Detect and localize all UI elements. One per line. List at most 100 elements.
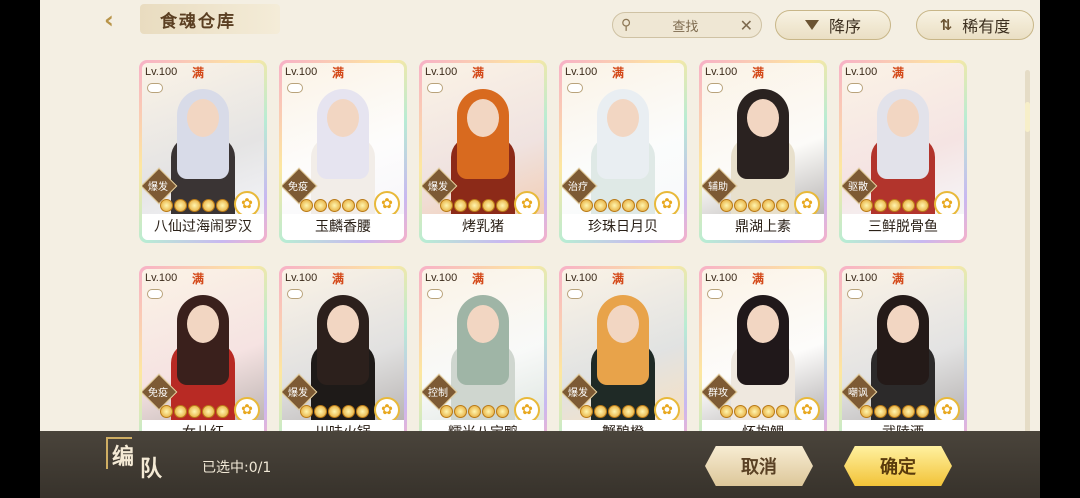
card-level: Lv.100 (845, 272, 878, 284)
star-icon (160, 199, 173, 212)
food-soul-card[interactable]: Lv.100 满 爆发 ✿ 蟹酿橙 (559, 266, 687, 449)
food-soul-card[interactable]: Lv.100 满 免疫 ✿ 玉麟香腰 (279, 60, 407, 243)
character-face (467, 305, 499, 343)
card-inner: Lv.100 满 驱散 ✿ 三鲜脱骨鱼 (842, 63, 964, 240)
max-level-badge: 满 (332, 272, 345, 286)
star-icon (188, 405, 201, 418)
role-label: 群攻 (708, 388, 728, 399)
card-level: Lv.100 (425, 66, 458, 78)
scrollbar[interactable] (1025, 70, 1030, 440)
star-icon (734, 405, 747, 418)
sort-order-button[interactable]: 降序 (775, 10, 891, 40)
star-rating (580, 405, 649, 418)
star-icon (636, 199, 649, 212)
star-icon (776, 199, 789, 212)
food-soul-card[interactable]: Lv.100 满 爆发 ✿ 烤乳猪 (419, 60, 547, 243)
clear-icon[interactable]: ✕ (740, 16, 753, 35)
character-figure (591, 89, 655, 217)
status-dash-icon (427, 289, 443, 299)
star-icon (860, 199, 873, 212)
card-level: Lv.100 (285, 272, 318, 284)
role-label: 爆发 (428, 182, 448, 193)
max-level-badge: 满 (332, 66, 345, 80)
star-icon (496, 405, 509, 418)
star-icon (160, 405, 173, 418)
star-icon (594, 199, 607, 212)
card-level: Lv.100 (705, 272, 738, 284)
card-level: Lv.100 (565, 272, 598, 284)
sort-order-label: 降序 (828, 17, 861, 36)
star-icon (580, 199, 593, 212)
food-soul-card[interactable]: Lv.100 满 辅助 ✿ 鼎湖上素 (699, 60, 827, 243)
star-icon (860, 405, 873, 418)
food-soul-card[interactable]: Lv.100 满 爆发 ✿ 川味火锅 (279, 266, 407, 449)
star-icon (748, 199, 761, 212)
character-figure (591, 295, 655, 423)
star-icon (888, 405, 901, 418)
scrollbar-thumb[interactable] (1025, 102, 1030, 132)
food-soul-card[interactable]: Lv.100 满 驱散 ✿ 三鲜脱骨鱼 (839, 60, 967, 243)
food-soul-card[interactable]: Lv.100 满 免疫 ✿ 女儿红 (139, 266, 267, 449)
star-icon (300, 199, 313, 212)
status-dash-icon (707, 83, 723, 93)
card-level: Lv.100 (425, 272, 458, 284)
star-icon (720, 405, 733, 418)
status-dash-icon (847, 83, 863, 93)
star-icon (454, 405, 467, 418)
card-name: 珍珠日月贝 (562, 214, 684, 240)
star-rating (720, 199, 789, 212)
page-title: 食魂仓库 (140, 4, 280, 34)
max-level-badge: 满 (612, 272, 625, 286)
card-inner: Lv.100 满 群攻 ✿ 怀抱鲤 (702, 269, 824, 446)
star-icon (314, 405, 327, 418)
search-input[interactable]: ⚲ 查找 ✕ (612, 12, 762, 38)
role-label: 爆发 (568, 388, 588, 399)
food-soul-card[interactable]: Lv.100 满 嘲讽 ✿ 武陵酒 (839, 266, 967, 449)
role-label: 免疫 (148, 388, 168, 399)
star-icon (314, 199, 327, 212)
star-rating (300, 199, 369, 212)
search-icon: ⚲ (621, 17, 632, 33)
food-soul-card[interactable]: Lv.100 满 爆发 ✿ 八仙过海闹罗汉 (139, 60, 267, 243)
role-label: 爆发 (288, 388, 308, 399)
star-icon (216, 199, 229, 212)
rarity-filter-button[interactable]: ⇅ 稀有度 (916, 10, 1034, 40)
card-inner: Lv.100 满 爆发 ✿ 八仙过海闹罗汉 (142, 63, 264, 240)
star-rating (440, 405, 509, 418)
character-figure (311, 89, 375, 217)
star-rating (160, 199, 229, 212)
character-figure (871, 295, 935, 423)
card-name: 玉麟香腰 (282, 214, 404, 240)
card-inner: Lv.100 满 爆发 ✿ 蟹酿橙 (562, 269, 684, 446)
card-inner: Lv.100 满 嘲讽 ✿ 武陵酒 (842, 269, 964, 446)
cancel-button[interactable]: 取消 (705, 446, 813, 486)
back-arrow-icon[interactable]: ‹ (95, 6, 123, 34)
star-icon (202, 199, 215, 212)
character-face (747, 305, 779, 343)
character-figure (171, 89, 235, 217)
character-figure (731, 89, 795, 217)
food-soul-card[interactable]: Lv.100 满 控制 ✿ 糯米八宝鸭 (419, 266, 547, 449)
food-soul-card[interactable]: Lv.100 满 群攻 ✿ 怀抱鲤 (699, 266, 827, 449)
food-soul-card[interactable]: Lv.100 满 治疗 ✿ 珍珠日月贝 (559, 60, 687, 243)
card-inner: Lv.100 满 爆发 ✿ 川味火锅 (282, 269, 404, 446)
star-icon (622, 199, 635, 212)
status-dash-icon (287, 83, 303, 93)
status-dash-icon (427, 83, 443, 93)
confirm-button[interactable]: 确定 (844, 446, 952, 486)
max-level-badge: 满 (892, 272, 905, 286)
team-label-char-1: 编 (112, 445, 135, 470)
max-level-badge: 满 (192, 272, 205, 286)
star-rating (860, 199, 929, 212)
triangle-down-icon (804, 20, 819, 30)
character-face (747, 99, 779, 137)
card-level: Lv.100 (705, 66, 738, 78)
star-rating (160, 405, 229, 418)
star-icon (328, 405, 341, 418)
team-formation-label[interactable]: 编 队 (112, 433, 182, 483)
star-icon (300, 405, 313, 418)
food-soul-warehouse-screen: ‹ 食魂仓库 ⚲ 查找 ✕ 降序 ⇅ 稀有度 Lv.100 满 爆发 ✿ 八仙过… (40, 0, 1040, 498)
character-face (607, 305, 639, 343)
star-icon (720, 199, 733, 212)
character-face (467, 99, 499, 137)
